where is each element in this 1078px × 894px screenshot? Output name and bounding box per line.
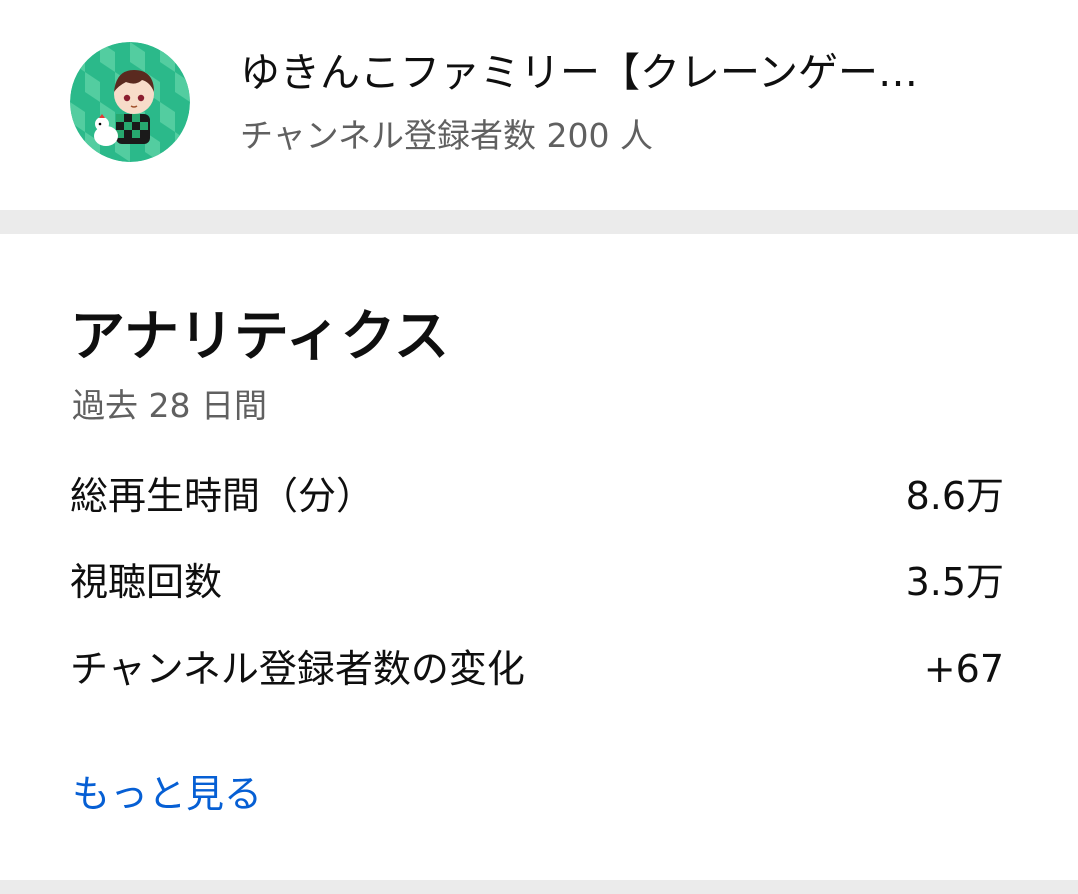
- metric-label: 総再生時間（分）: [70, 474, 375, 518]
- metric-label: 視聴回数: [70, 560, 223, 604]
- analytics-title: アナリティクス: [70, 304, 449, 368]
- subscriber-count-value: 200 人: [546, 116, 653, 155]
- metric-value: +67: [923, 647, 1004, 691]
- subscriber-count: チャンネル登録者数 200 人: [240, 112, 653, 160]
- metric-row-watch-time: 総再生時間（分） 8.6万: [70, 466, 1004, 526]
- channel-avatar[interactable]: [70, 42, 190, 162]
- channel-name[interactable]: ゆきんこファミリー【クレーンゲー…: [240, 45, 960, 101]
- metric-row-views: 視聴回数 3.5万: [70, 552, 1004, 612]
- analytics-card: アナリティクス 過去 28 日間 総再生時間（分） 8.6万 視聴回数 3.5万…: [0, 234, 1078, 880]
- analytics-period: 過去 28 日間: [72, 386, 267, 425]
- metric-label: チャンネル登録者数の変化: [70, 647, 525, 691]
- channel-analytics-page: ゆきんこファミリー【クレーンゲー… チャンネル登録者数 200 人 アナリティク…: [0, 0, 1078, 894]
- section-divider: [0, 210, 1078, 234]
- metric-value: 3.5万: [905, 560, 1004, 604]
- see-more-link[interactable]: もっと見る: [72, 764, 262, 824]
- subscriber-count-label: チャンネル登録者数: [240, 116, 537, 155]
- metric-row-subscriber-change: チャンネル登録者数の変化 +67: [70, 639, 1004, 699]
- channel-header[interactable]: ゆきんこファミリー【クレーンゲー… チャンネル登録者数 200 人: [0, 0, 1078, 210]
- avatar-image-icon: [70, 42, 190, 162]
- metric-value: 8.6万: [905, 474, 1004, 518]
- section-divider: [0, 880, 1078, 894]
